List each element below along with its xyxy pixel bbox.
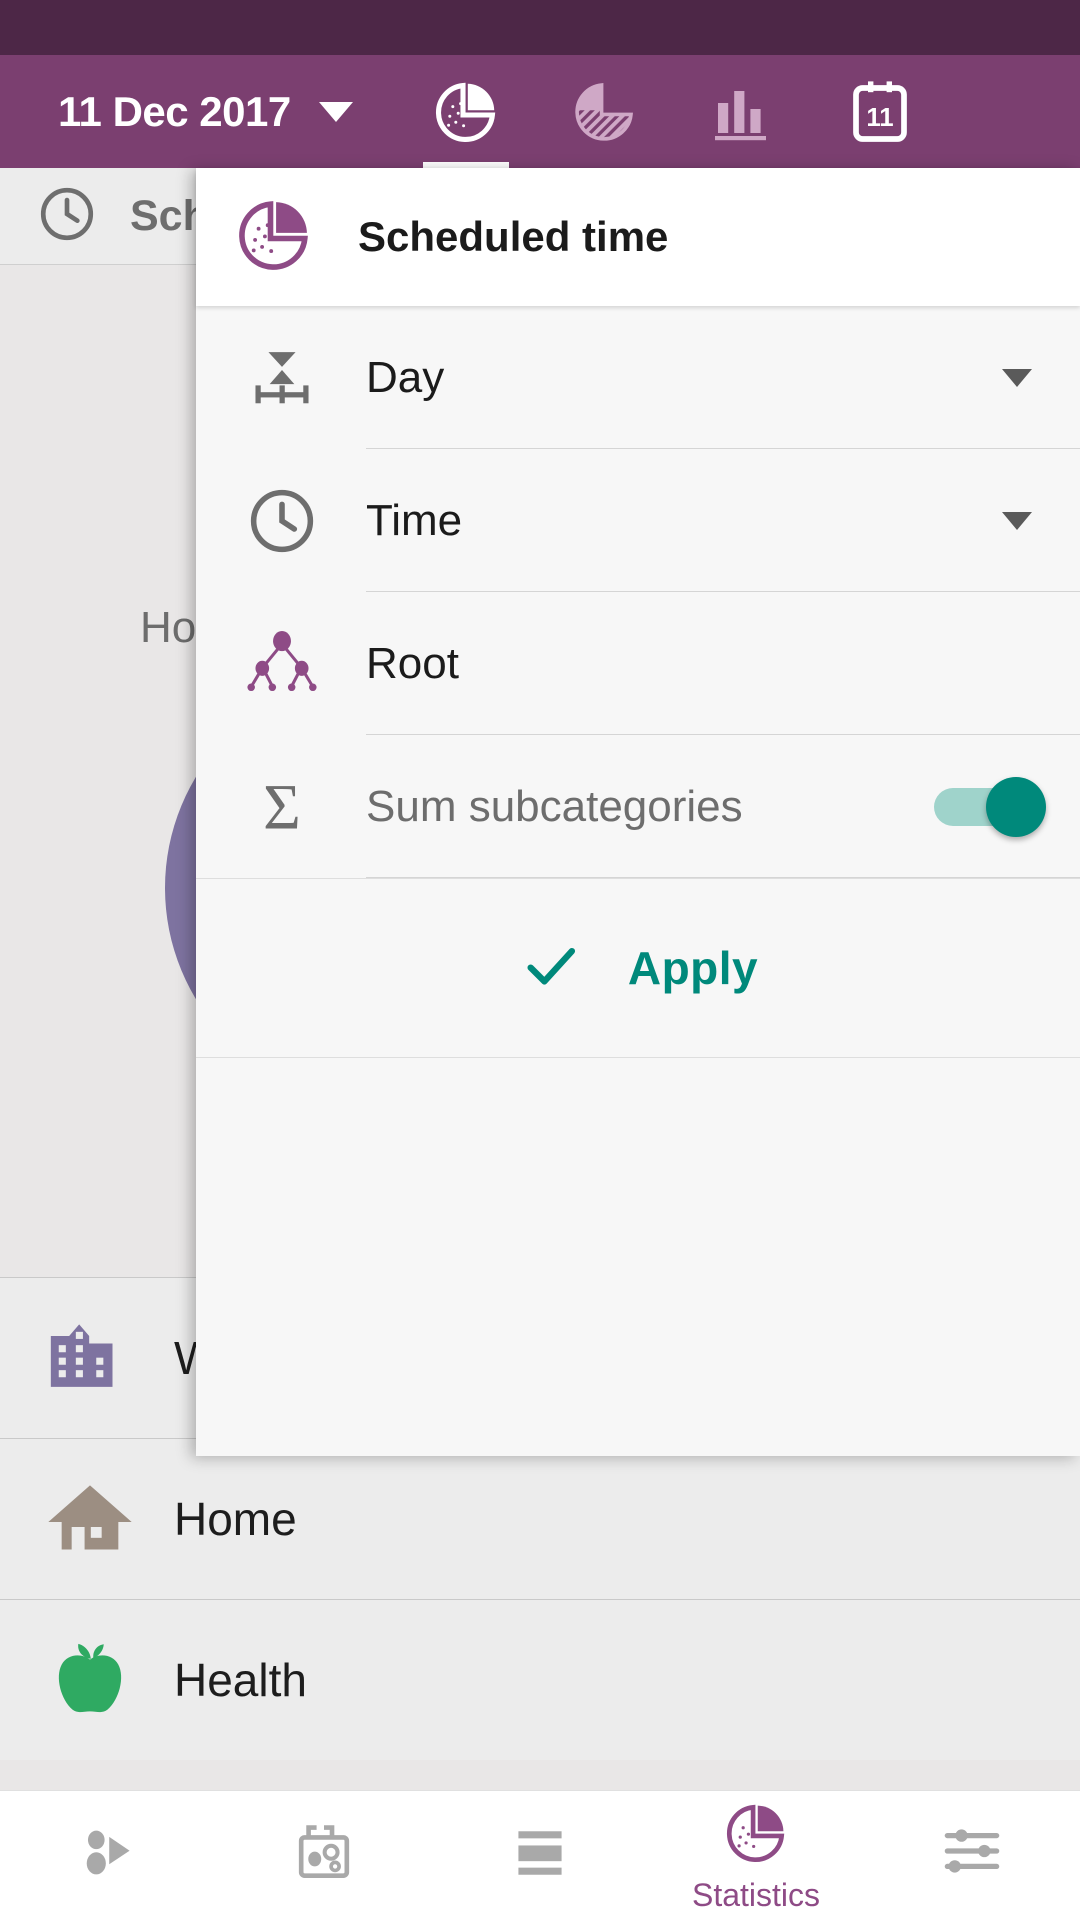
apply-label: Apply — [627, 942, 759, 994]
nav-item-activity[interactable] — [0, 1791, 216, 1920]
list-item-label: Health — [174, 1654, 307, 1706]
status-bar — [0, 0, 1080, 55]
option-label: Root — [366, 638, 459, 688]
apple-icon — [40, 1628, 140, 1733]
panel-option-rows: Day Time Root Σ Sum subcategories — [196, 306, 1080, 878]
chevron-down-icon[interactable] — [1002, 368, 1032, 387]
tab-scheduled-time[interactable] — [397, 55, 535, 168]
nav-item-list[interactable] — [432, 1791, 648, 1920]
pie-chart-dotted-icon — [430, 76, 502, 148]
date-selector[interactable]: 11 Dec 2017 — [0, 55, 353, 168]
record-camera-icon — [287, 1814, 361, 1893]
svg-text:11: 11 — [866, 103, 893, 131]
list-item[interactable]: Health — [0, 1599, 1080, 1760]
scheduled-time-options-panel: Scheduled time Day Time Root Σ Sum subca… — [196, 168, 1080, 1456]
tab-bar-chart[interactable] — [673, 55, 811, 168]
chevron-down-icon — [318, 101, 353, 122]
office-building-icon — [40, 1306, 140, 1411]
option-row-root[interactable]: Root — [196, 592, 1080, 735]
hierarchy-tree-icon — [232, 621, 332, 707]
nav-item-settings[interactable] — [864, 1791, 1080, 1920]
list-item[interactable]: Home — [0, 1438, 1080, 1599]
list-item-label: Home — [174, 1493, 297, 1545]
calendar-11-icon: 11 — [844, 76, 916, 148]
date-label: 11 Dec 2017 — [58, 87, 291, 135]
pie-chart-striped-icon — [568, 76, 640, 148]
nav-item-records[interactable] — [216, 1791, 432, 1920]
activity-play-icon — [71, 1814, 145, 1893]
pie-chart-dotted-icon — [232, 193, 316, 282]
svg-text:Σ: Σ — [263, 771, 301, 843]
hourglass-measure-icon — [232, 341, 332, 415]
clock-icon — [36, 183, 98, 250]
panel-title: Scheduled time — [358, 213, 669, 260]
tab-bar: 11 — [397, 55, 949, 168]
chevron-down-icon[interactable] — [1002, 511, 1032, 530]
sliders-icon — [935, 1814, 1009, 1893]
row-divider — [366, 877, 1080, 878]
tab-spent-time[interactable] — [535, 55, 673, 168]
app-root: 11 Dec 2017 11 Home Health Scheduled tim… — [0, 0, 1080, 1920]
option-label: Day — [366, 352, 445, 402]
check-icon — [518, 933, 584, 1004]
app-bar: 11 Dec 2017 11 — [0, 55, 1080, 168]
apply-button[interactable]: Apply — [196, 878, 1080, 1058]
list-lines-icon — [503, 1814, 577, 1893]
sum-subcategories-toggle[interactable] — [934, 776, 1046, 837]
option-row-time[interactable]: Time — [196, 449, 1080, 592]
nav-item-statistics[interactable]: Statistics — [648, 1791, 864, 1920]
option-label: Time — [366, 495, 463, 545]
option-row-sum-subcategories[interactable]: Σ Sum subcategories — [196, 735, 1080, 878]
pie-chart-dotted-icon — [721, 1798, 791, 1873]
tab-calendar[interactable]: 11 — [811, 55, 949, 168]
option-row-day[interactable]: Day — [196, 306, 1080, 449]
house-icon — [40, 1467, 140, 1572]
clock-icon — [232, 484, 332, 558]
panel-header: Scheduled time — [196, 168, 1080, 306]
nav-item-label: Statistics — [691, 1876, 821, 1913]
toggle-knob — [986, 776, 1046, 837]
bottom-navigation: Statistics — [0, 1790, 1080, 1920]
sigma-icon: Σ — [232, 770, 332, 844]
option-label: Sum subcategories — [366, 781, 743, 831]
bar-chart-icon — [706, 76, 778, 148]
